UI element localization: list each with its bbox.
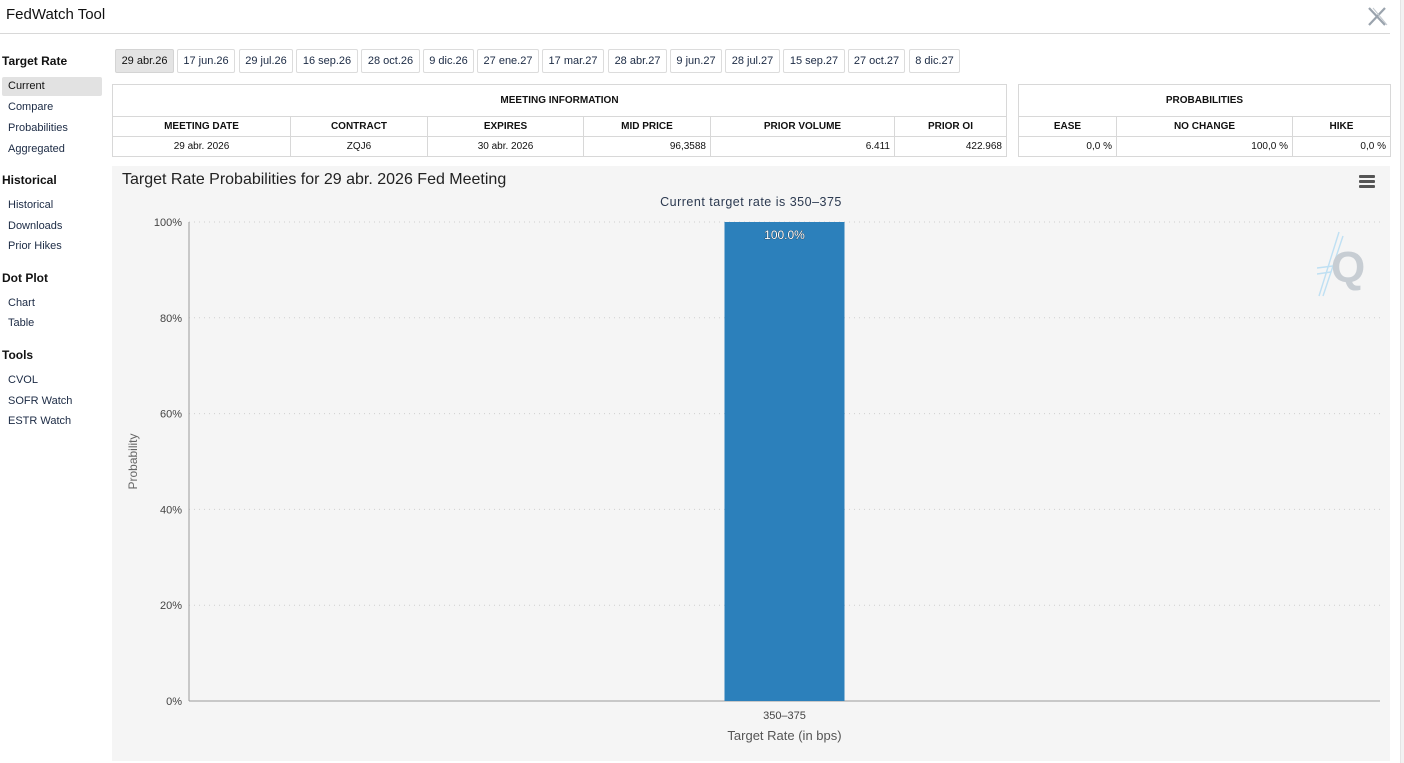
probabilities-heading: PROBABILITIES [1018, 84, 1391, 117]
sidebar-item-current[interactable]: Current [2, 77, 102, 96]
no-change-cell: 100,0 % [1116, 136, 1293, 157]
scrollbar[interactable] [1400, 0, 1404, 763]
tab-meeting-date[interactable]: 9 jun.27 [670, 49, 722, 73]
sidebar-item-aggregated[interactable]: Aggregated [2, 140, 102, 159]
chart-title: Target Rate Probabilities for 29 abr. 20… [122, 171, 507, 188]
prior-volume-cell: 6.411 [710, 136, 895, 157]
tab-meeting-date[interactable]: 8 dic.27 [909, 49, 960, 73]
y-tick-label: 60% [160, 409, 182, 421]
y-tick-label: 40% [160, 504, 182, 516]
column-header: HIKE [1292, 116, 1391, 137]
table-row: 29 abr. 2026 ZQJ6 30 abr. 2026 96,3588 6… [112, 136, 1007, 157]
contract-cell: ZQJ6 [290, 136, 428, 157]
column-header: PRIOR VOLUME [710, 116, 895, 137]
svg-text:Q: Q [1331, 243, 1365, 292]
ease-cell: 0,0 % [1018, 136, 1117, 157]
column-header: CONTRACT [290, 116, 428, 137]
sidebar-heading-target-rate: Target Rate [2, 54, 68, 68]
cme-q-logo-icon: Q [1316, 228, 1369, 300]
tab-meeting-date[interactable]: 27 ene.27 [477, 49, 539, 73]
sidebar-item-sofr-watch[interactable]: SOFR Watch [2, 392, 102, 411]
column-header: NO CHANGE [1116, 116, 1293, 137]
sidebar-item-compare[interactable]: Compare [2, 98, 102, 117]
meeting-information-table: MEETING INFORMATION MEETING DATE CONTRAC… [112, 84, 1007, 157]
tab-meeting-date[interactable]: 28 abr.27 [608, 49, 667, 73]
tab-meeting-date[interactable]: 9 dic.26 [423, 49, 474, 73]
tab-meeting-date[interactable]: 29 jul.26 [239, 49, 293, 73]
sidebar-item-cvol[interactable]: CVOL [2, 371, 102, 390]
y-axis-title: Probability [126, 433, 140, 489]
mid-price-cell: 96,3588 [583, 136, 711, 157]
sidebar-item-estr-watch[interactable]: ESTR Watch [2, 412, 102, 431]
sidebar-item-downloads[interactable]: Downloads [2, 217, 102, 236]
table-row: 0,0 % 100,0 % 0,0 % [1018, 136, 1391, 157]
sidebar-heading-tools: Tools [2, 348, 34, 362]
tab-meeting-date[interactable]: 29 abr.26 [115, 49, 174, 73]
probability-chart: 0% 20% 40% 60% 80% 100% 100.0% 350–375 Target Ra… [126, 217, 1380, 743]
x-icon[interactable] [1366, 4, 1388, 28]
chart-subtitle: Current target rate is 350–375 [660, 195, 842, 209]
sidebar-heading-dot-plot: Dot Plot [2, 271, 48, 285]
sidebar-item-prior-hikes[interactable]: Prior Hikes [2, 237, 102, 256]
probabilities-table: PROBABILITIES EASE NO CHANGE HIKE 0,0 % … [1018, 84, 1391, 157]
column-header: PRIOR OI [894, 116, 1007, 137]
sidebar-heading-historical: Historical [2, 173, 57, 187]
column-header: EASE [1018, 116, 1117, 137]
meeting-date-cell: 29 abr. 2026 [112, 136, 291, 157]
y-tick-label: 100% [154, 217, 182, 229]
tab-meeting-date[interactable]: 28 oct.26 [361, 49, 420, 73]
sidebar-item-chart[interactable]: Chart [2, 294, 102, 313]
column-header: EXPIRES [427, 116, 584, 137]
tab-meeting-date[interactable]: 27 oct.27 [848, 49, 905, 73]
sidebar-item-probabilities[interactable]: Probabilities [2, 119, 102, 138]
y-tick-label: 0% [166, 696, 182, 708]
y-tick-label: 20% [160, 600, 182, 612]
prior-oi-cell: 422.968 [894, 136, 1007, 157]
top-bar: FedWatch Tool [0, 0, 1390, 34]
column-header: MID PRICE [583, 116, 711, 137]
bar-data-label: 100.0% [764, 228, 805, 242]
sidebar-item-table[interactable]: Table [2, 314, 102, 333]
tab-meeting-date[interactable]: 15 sep.27 [783, 49, 845, 73]
x-tick-label: 350–375 [763, 710, 806, 722]
expires-cell: 30 abr. 2026 [427, 136, 584, 157]
tab-meeting-date[interactable]: 16 sep.26 [296, 49, 358, 73]
column-header: MEETING DATE [112, 116, 291, 137]
tab-meeting-date[interactable]: 17 mar.27 [542, 49, 604, 73]
bar [724, 222, 845, 701]
hamburger-menu-icon[interactable] [1359, 175, 1375, 189]
sidebar-item-historical[interactable]: Historical [2, 196, 102, 215]
chart-panel: 0% 20% 40% 60% 80% 100% 100.0% 350–375 Target Ra… [112, 166, 1390, 761]
y-tick-label: 80% [160, 313, 182, 325]
tab-meeting-date[interactable]: 17 jun.26 [177, 49, 235, 73]
tab-meeting-date[interactable]: 28 jul.27 [725, 49, 780, 73]
x-axis-title: Target Rate (in bps) [727, 728, 841, 743]
app-title: FedWatch Tool [6, 6, 106, 23]
hike-cell: 0,0 % [1292, 136, 1391, 157]
meeting-information-heading: MEETING INFORMATION [112, 84, 1007, 117]
